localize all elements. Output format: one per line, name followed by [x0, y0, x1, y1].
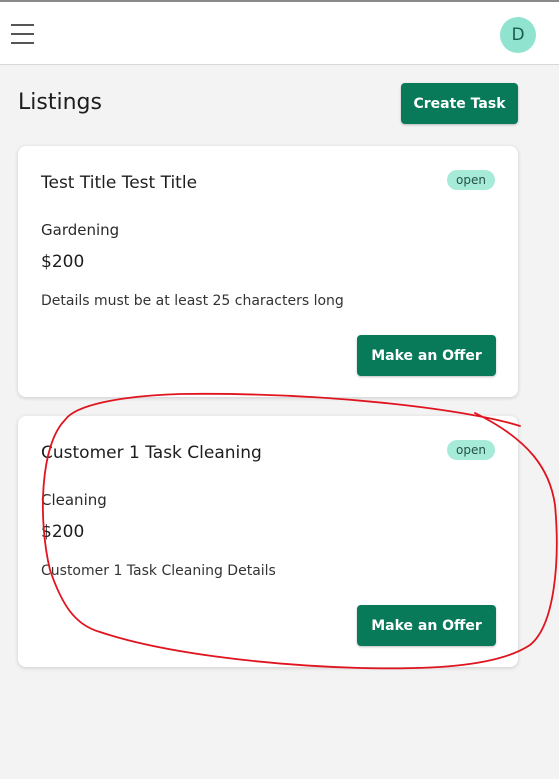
listing-title: Test Title Test Title — [41, 173, 198, 193]
status-badge: open — [447, 170, 495, 190]
listing-details: Details must be at least 25 characters l… — [41, 293, 344, 309]
hamburger-icon[interactable] — [11, 24, 34, 44]
hamburger-line — [11, 33, 34, 35]
listing-category: Gardening — [41, 221, 120, 239]
listing-card: Test Title Test Title open Gardening $20… — [18, 146, 518, 397]
make-offer-button[interactable]: Make an Offer — [357, 335, 496, 376]
status-badge: open — [447, 440, 495, 460]
listing-category: Cleaning — [41, 491, 107, 509]
page-title: Listings — [18, 90, 102, 115]
top-bar: D — [0, 0, 559, 65]
create-task-button[interactable]: Create Task — [401, 83, 518, 124]
listing-card: Customer 1 Task Cleaning open Cleaning $… — [18, 416, 518, 667]
listing-price: $200 — [41, 522, 85, 542]
listing-details: Customer 1 Task Cleaning Details — [41, 563, 276, 579]
hamburger-line — [11, 42, 34, 44]
listing-price: $200 — [41, 252, 85, 272]
hamburger-line — [11, 24, 34, 26]
listing-title: Customer 1 Task Cleaning — [41, 443, 262, 463]
avatar[interactable]: D — [500, 17, 536, 53]
make-offer-button[interactable]: Make an Offer — [357, 605, 496, 646]
